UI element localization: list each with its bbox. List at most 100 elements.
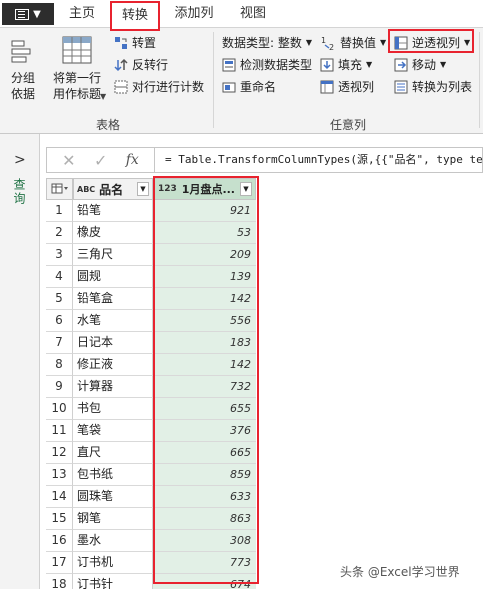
tab-view[interactable]: 视图 (230, 0, 276, 28)
detect-type-icon (222, 58, 236, 71)
reverse-rows-icon (114, 58, 128, 71)
row-number-cell[interactable]: 8 (46, 354, 73, 376)
first-row-header-button[interactable]: 将第一行 用作标题 (46, 36, 108, 102)
rename-button[interactable]: 重命名 (222, 78, 276, 95)
transpose-button[interactable]: 转置 (114, 34, 156, 51)
file-menu-icon (15, 8, 30, 20)
pivot-column-button[interactable]: 透视列 (320, 78, 374, 95)
convert-to-list-label: 转换为列表 (412, 80, 473, 94)
fill-down-icon (320, 58, 334, 71)
move-label: 移动 (412, 58, 437, 72)
count-rows-button[interactable]: 对行进行计数 (114, 78, 204, 95)
dropdown-arrow-icon: ▼ (100, 92, 107, 101)
name-cell[interactable]: 计算器 (73, 376, 153, 398)
name-cell[interactable]: 书包 (73, 398, 153, 420)
formula-input[interactable]: = Table.TransformColumnTypes(源,{{"品名", t… (165, 148, 483, 172)
transpose-icon (115, 36, 127, 49)
unpivot-column-label: 逆透视列 (412, 36, 461, 50)
name-cell[interactable]: 日记本 (73, 332, 153, 354)
ribbon: 分组 依据 将第一行 用作标题 ▼ 转置 反转行 对行进行计数 表格 数据类型:… (0, 28, 483, 134)
tab-add-column[interactable]: 添加列 (166, 0, 222, 28)
detect-type-label: 检测数据类型 (240, 58, 313, 72)
any-column-group-label: 任意列 (330, 118, 367, 132)
fx-icon[interactable]: fx (126, 152, 139, 168)
reverse-rows-button[interactable]: 反转行 (114, 56, 168, 73)
queries-label[interactable]: 查询 (11, 178, 28, 206)
row-number-cell[interactable]: 14 (46, 486, 73, 508)
svg-text:2: 2 (329, 43, 334, 51)
text-type-icon[interactable]: ABC (77, 185, 95, 194)
group-separator (479, 32, 480, 128)
group-by-button[interactable]: 分组 依据 (6, 38, 40, 102)
replace-values-button[interactable]: 1 2 替换值 ▼ (320, 34, 386, 51)
group-separator (213, 32, 214, 128)
move-button[interactable]: 移动 ▼ (394, 56, 446, 73)
row-number-cell[interactable]: 4 (46, 266, 73, 288)
name-cell[interactable]: 三角尺 (73, 244, 153, 266)
row-number-cell[interactable]: 6 (46, 310, 73, 332)
watermark-text: 头条 @Excel学习世界 (340, 565, 460, 579)
tab-home[interactable]: 主页 (58, 0, 106, 28)
group-by-icon (11, 40, 31, 63)
expand-queries-icon[interactable]: > (14, 152, 26, 168)
cancel-formula-icon[interactable]: ✕ (62, 151, 75, 170)
row-number-cell[interactable]: 9 (46, 376, 73, 398)
name-cell[interactable]: 圆规 (73, 266, 153, 288)
name-cell[interactable]: 笔袋 (73, 420, 153, 442)
data-type-dropdown[interactable]: 数据类型: 整数 ▼ (222, 34, 312, 51)
table-menu-button[interactable] (46, 178, 73, 200)
pivot-column-icon (320, 80, 334, 93)
queries-pane-collapsed: > 查询 (0, 134, 40, 589)
replace-values-icon: 1 2 (321, 36, 334, 51)
row-number-cell[interactable]: 12 (46, 442, 73, 464)
table-group-label: 表格 (96, 118, 121, 132)
row-number-cell[interactable]: 7 (46, 332, 73, 354)
row-number-cell[interactable]: 17 (46, 552, 73, 574)
row-number-cell[interactable]: 10 (46, 398, 73, 420)
name-cell[interactable]: 直尺 (73, 442, 153, 464)
name-cell[interactable]: 包书纸 (73, 464, 153, 486)
column-filter-icon[interactable]: ▼ (137, 182, 149, 196)
name-cell[interactable]: 钢笔 (73, 508, 153, 530)
name-cell[interactable]: 水笔 (73, 310, 153, 332)
name-cell[interactable]: 订书机 (73, 552, 153, 574)
row-number-cell[interactable]: 5 (46, 288, 73, 310)
formula-controls: ✕ ✓ fx (47, 148, 155, 172)
dropdown-arrow-icon: ▼ (305, 38, 313, 47)
row-number-cell[interactable]: 13 (46, 464, 73, 486)
tab-transform[interactable]: 转换 (110, 1, 160, 31)
row-number-cell[interactable]: 2 (46, 222, 73, 244)
name-cell[interactable]: 铅笔盒 (73, 288, 153, 310)
fill-button[interactable]: 填充 ▼ (320, 56, 372, 73)
confirm-formula-icon[interactable]: ✓ (94, 151, 107, 170)
name-cell[interactable]: 修正液 (73, 354, 153, 376)
row-number-cell[interactable]: 3 (46, 244, 73, 266)
column-header-name[interactable]: ABC 品名 ▼ (73, 178, 153, 200)
rename-icon (222, 82, 236, 92)
name-cell[interactable]: 墨水 (73, 530, 153, 552)
table-header-icon (62, 36, 92, 64)
row-number-cell[interactable]: 11 (46, 420, 73, 442)
first-row-header-label: 将第一行 用作标题 (52, 71, 101, 101)
row-number-cell[interactable]: 18 (46, 574, 73, 589)
name-cell[interactable]: 订书针 (73, 574, 153, 589)
name-cell[interactable]: 铅笔 (73, 200, 153, 222)
unpivot-column-button[interactable]: 逆透视列 ▼ (394, 34, 470, 51)
detect-type-button[interactable]: 检测数据类型 (222, 56, 312, 73)
dropdown-arrow-icon: ▼ (464, 38, 471, 47)
row-number-cell[interactable]: 16 (46, 530, 73, 552)
ribbon-tab-bar: ▼ 主页 转换 添加列 视图 (0, 0, 483, 31)
count-rows-label: 对行进行计数 (132, 80, 205, 94)
fill-label: 填充 (338, 58, 363, 72)
watermark: 头条 @Excel学习世界 (340, 563, 460, 580)
svg-text:1: 1 (321, 36, 326, 45)
pivot-column-label: 透视列 (338, 80, 375, 94)
name-cell[interactable]: 圆珠笔 (73, 486, 153, 508)
row-number-cell[interactable]: 15 (46, 508, 73, 530)
file-menu-button[interactable]: ▼ (2, 3, 54, 25)
row-number-cell[interactable]: 1 (46, 200, 73, 222)
name-cell[interactable]: 橡皮 (73, 222, 153, 244)
convert-to-list-button[interactable]: 转换为列表 (394, 78, 472, 95)
transpose-label: 转置 (132, 36, 157, 50)
group-by-label: 分组 依据 (10, 71, 35, 101)
